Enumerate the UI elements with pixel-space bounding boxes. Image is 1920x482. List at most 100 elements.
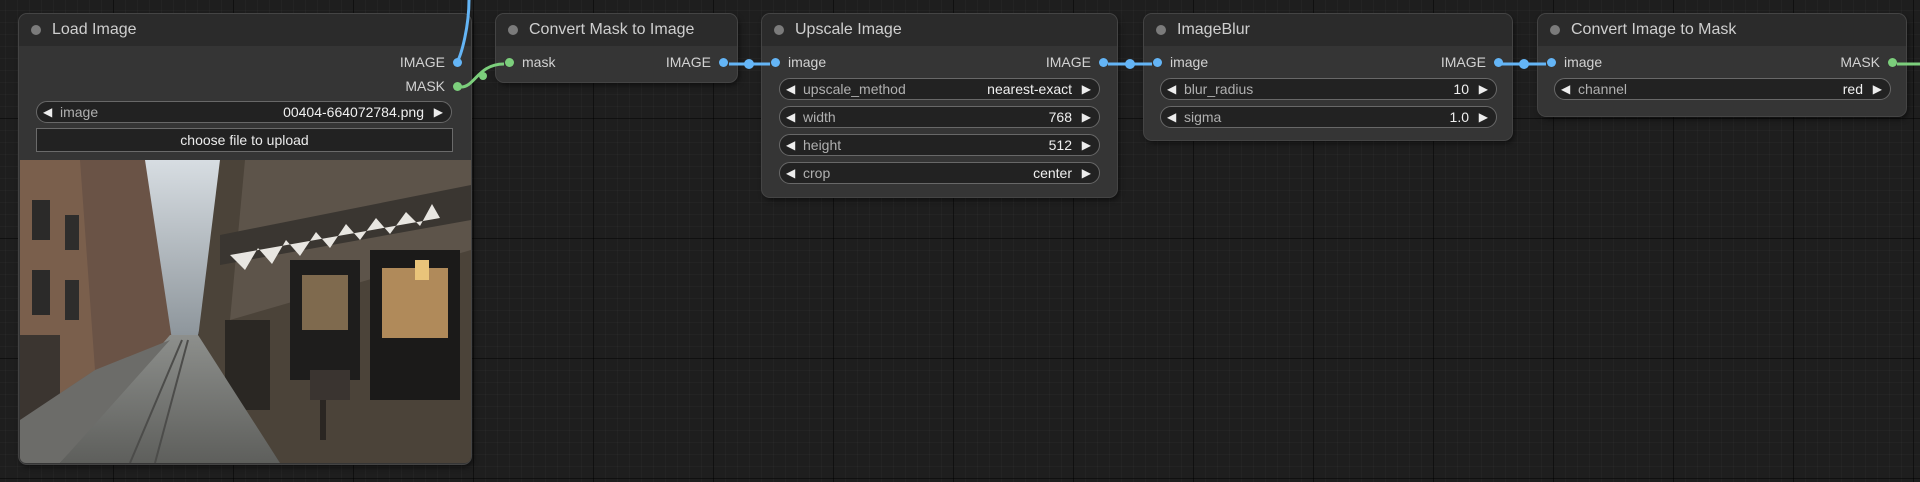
street-photo-preview — [20, 160, 471, 463]
input-label: image — [1170, 54, 1209, 70]
node-title-bar[interactable]: Convert Mask to Image — [496, 14, 737, 46]
widget-value: center — [1033, 165, 1072, 181]
collapse-dot-icon[interactable] — [774, 25, 784, 35]
input-socket-icon[interactable] — [1153, 57, 1162, 67]
increment-arrow-icon[interactable]: ▶ — [434, 104, 443, 120]
node-title: ImageBlur — [1177, 21, 1250, 38]
decrement-arrow-icon[interactable]: ◀ — [786, 137, 795, 153]
input-slot-image[interactable]: image — [1153, 54, 1208, 70]
input-label: image — [788, 54, 827, 70]
link-mask-reroute-dot — [479, 72, 487, 80]
node-load-image[interactable]: Load Image IMAGE MASK ◀ image 00404-6640… — [19, 14, 471, 464]
increment-arrow-icon[interactable]: ▶ — [1082, 165, 1091, 181]
decrement-arrow-icon[interactable]: ◀ — [1167, 81, 1176, 97]
node-title-bar[interactable]: ImageBlur — [1144, 14, 1512, 46]
output-socket-icon[interactable] — [719, 57, 728, 67]
input-slot-image[interactable]: image — [771, 54, 826, 70]
collapse-dot-icon[interactable] — [1156, 25, 1166, 35]
decrement-arrow-icon[interactable]: ◀ — [1561, 81, 1570, 97]
node-convert-mask-to-image[interactable]: Convert Mask to Image mask IMAGE — [496, 14, 737, 82]
image-combo-widget[interactable]: ◀ image 00404-664072784.png ▶ — [36, 101, 452, 123]
node-image-blur[interactable]: ImageBlur image IMAGE ◀ blur_radius 10 ▶… — [1144, 14, 1512, 140]
output-label-image: IMAGE — [399, 54, 445, 70]
output-slot-mask[interactable]: MASK — [1840, 54, 1897, 70]
crop-widget[interactable]: ◀ crop center ▶ — [779, 162, 1100, 184]
output-slots: IMAGE MASK — [19, 51, 471, 101]
widget-value: 00404-664072784.png — [283, 104, 424, 120]
io-slots: image IMAGE — [1144, 51, 1512, 75]
input-label: image — [1564, 54, 1603, 70]
increment-arrow-icon[interactable]: ▶ — [1082, 81, 1091, 97]
node-title-bar[interactable]: Upscale Image — [762, 14, 1117, 46]
widget-value: 512 — [1048, 137, 1072, 153]
widget-value: nearest-exact — [987, 81, 1072, 97]
image-preview — [20, 160, 471, 463]
io-slots: image IMAGE — [762, 51, 1117, 75]
widget-value: 768 — [1048, 109, 1072, 125]
output-socket-icon[interactable] — [1888, 57, 1897, 67]
output-label: IMAGE — [1440, 54, 1486, 70]
upload-button[interactable]: choose file to upload — [36, 128, 453, 152]
widget-label: image — [60, 104, 99, 120]
link-reroute-dot-1 — [744, 59, 754, 69]
output-socket-icon[interactable] — [453, 81, 462, 91]
increment-arrow-icon[interactable]: ▶ — [1479, 81, 1488, 97]
output-label: IMAGE — [1045, 54, 1091, 70]
link-reroute-dot-2 — [1125, 59, 1135, 69]
io-slots: mask IMAGE — [496, 51, 737, 75]
decrement-arrow-icon[interactable]: ◀ — [1167, 109, 1176, 125]
channel-widget[interactable]: ◀ channel red ▶ — [1554, 78, 1891, 100]
widget-label: sigma — [1184, 109, 1222, 125]
collapse-dot-icon[interactable] — [31, 25, 41, 35]
input-slot-image[interactable]: image — [1547, 54, 1602, 70]
widget-value: red — [1842, 81, 1863, 97]
input-socket-icon[interactable] — [1547, 57, 1556, 67]
widget-label: channel — [1578, 81, 1628, 97]
upscale-method-widget[interactable]: ◀ upscale_method nearest-exact ▶ — [779, 78, 1100, 100]
output-label: MASK — [1840, 54, 1880, 70]
output-label-mask: MASK — [405, 78, 445, 94]
blur-radius-widget[interactable]: ◀ blur_radius 10 ▶ — [1160, 78, 1497, 100]
node-convert-image-to-mask[interactable]: Convert Image to Mask image MASK ◀ chann… — [1538, 14, 1906, 116]
node-title: Load Image — [52, 21, 137, 38]
widget-label: upscale_method — [803, 81, 906, 97]
node-title-bar[interactable]: Convert Image to Mask — [1538, 14, 1906, 46]
output-slot-mask[interactable]: MASK — [405, 78, 462, 94]
input-socket-icon[interactable] — [771, 57, 780, 67]
widget-value: 1.0 — [1449, 109, 1469, 125]
collapse-dot-icon[interactable] — [1550, 25, 1560, 35]
output-socket-icon[interactable] — [453, 57, 462, 67]
width-widget[interactable]: ◀ width 768 ▶ — [779, 106, 1100, 128]
node-title: Upscale Image — [795, 21, 902, 38]
link-reroute-dot-3 — [1519, 59, 1529, 69]
decrement-arrow-icon[interactable]: ◀ — [786, 165, 795, 181]
decrement-arrow-icon[interactable]: ◀ — [43, 104, 52, 120]
widget-label: crop — [803, 165, 831, 181]
widget-label: height — [803, 137, 842, 153]
output-label: IMAGE — [665, 54, 711, 70]
sigma-widget[interactable]: ◀ sigma 1.0 ▶ — [1160, 106, 1497, 128]
node-title-bar[interactable]: Load Image — [19, 14, 471, 46]
output-socket-icon[interactable] — [1494, 57, 1503, 67]
decrement-arrow-icon[interactable]: ◀ — [786, 81, 795, 97]
widget-label: width — [803, 109, 836, 125]
node-title: Convert Image to Mask — [1571, 21, 1737, 38]
height-widget[interactable]: ◀ height 512 ▶ — [779, 134, 1100, 156]
output-slot-image[interactable]: IMAGE — [1441, 54, 1503, 70]
increment-arrow-icon[interactable]: ▶ — [1479, 109, 1488, 125]
increment-arrow-icon[interactable]: ▶ — [1082, 137, 1091, 153]
input-slot-mask[interactable]: mask — [505, 54, 555, 70]
output-slot-image[interactable]: IMAGE — [1046, 54, 1108, 70]
node-upscale-image[interactable]: Upscale Image image IMAGE ◀ upscale_meth… — [762, 14, 1117, 197]
increment-arrow-icon[interactable]: ▶ — [1873, 81, 1882, 97]
widget-label: blur_radius — [1184, 81, 1254, 97]
increment-arrow-icon[interactable]: ▶ — [1082, 109, 1091, 125]
output-slot-image[interactable]: IMAGE — [666, 54, 728, 70]
node-title: Convert Mask to Image — [529, 21, 695, 38]
collapse-dot-icon[interactable] — [508, 25, 518, 35]
input-socket-icon[interactable] — [505, 57, 514, 67]
io-slots: image MASK — [1538, 51, 1906, 75]
decrement-arrow-icon[interactable]: ◀ — [786, 109, 795, 125]
output-slot-image[interactable]: IMAGE — [400, 54, 462, 70]
output-socket-icon[interactable] — [1099, 57, 1108, 67]
